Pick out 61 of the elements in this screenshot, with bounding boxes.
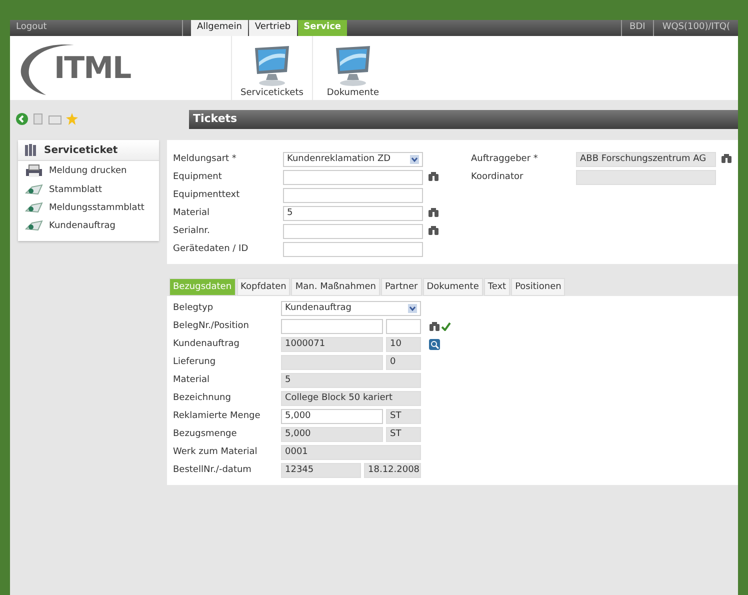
sidebar-title: Serviceticket [44,144,118,156]
field-label: Equipment [172,172,223,182]
binoculars-icon[interactable] [428,206,439,216]
detail-tab[interactable]: Text [484,278,510,296]
field-label: Werk zum Material [172,447,258,457]
back-icon[interactable] [16,113,28,125]
input-field[interactable]: 5,000 [281,408,383,424]
field-label: Bezugsmenge [172,429,238,439]
detail-tab[interactable]: Dokumente [422,278,483,296]
field-label: BelegNr./Position [172,321,250,331]
field-label: Equipmenttext [172,190,241,200]
checkmark-icon[interactable] [441,322,451,330]
detail-tab[interactable]: Positionen [511,278,566,296]
field-label: Bezeichnung [172,393,232,403]
document-icon [24,220,44,232]
input-field[interactable]: 5 [283,206,423,220]
binoculars-icon[interactable] [428,170,439,180]
dropdown-arrow-icon[interactable] [410,154,419,164]
field-label: Kundenauftrag [172,339,241,349]
field-label: Meldungsart * [172,154,238,164]
nav-tab[interactable]: Vertrieb [248,20,297,36]
binoculars-icon[interactable] [428,224,439,234]
input-field[interactable] [281,318,383,334]
panel-title: Tickets [189,110,738,128]
field-label: Serialnr. [172,226,211,236]
input-field[interactable] [386,318,421,334]
detail-tab[interactable]: Partner [380,278,422,296]
field-label: Belegtyp [172,303,214,313]
dropdown-field[interactable]: Kundenauftrag [281,300,421,316]
input-field[interactable] [283,224,423,238]
launcher-button[interactable]: Servicetickets [231,36,312,100]
field-label: Material [172,208,211,218]
dropdown-arrow-icon[interactable] [408,304,417,312]
field-label: Reklamierte Menge [172,411,262,421]
sidebar-item[interactable]: Kundenauftrag [18,217,159,235]
field-label: Auftraggeber * [471,154,539,164]
document-icon[interactable] [32,113,44,125]
input-field[interactable] [283,242,423,256]
sidebar-item[interactable]: Meldung drucken [18,161,159,181]
field-label: Lieferung [172,357,217,367]
detail-tab[interactable]: Man. Maßnahmen [291,278,380,296]
document-icon [24,202,44,214]
binoculars-icon[interactable] [429,321,440,331]
field-label: BestellNr./-datum [172,465,252,475]
detail-tab[interactable]: Kopfdaten [236,278,290,296]
field-label: Koordinator [471,172,524,182]
sidebar-item[interactable]: Meldungsstammblatt [18,199,159,217]
search-icon[interactable] [429,338,440,350]
launcher-button[interactable]: Dokumente [312,36,393,100]
dropdown-field[interactable]: Kundenreklamation ZD [283,152,423,166]
star-icon[interactable] [66,113,78,125]
field-label: Material [172,375,211,385]
document-icon [24,184,44,196]
printer-icon [24,164,44,178]
input-field[interactable] [283,188,423,202]
logo-text: ITML [54,50,131,86]
field-label: Gerätedaten / ID [172,244,250,254]
input-field[interactable] [283,170,423,184]
books-icon [24,144,38,156]
nav-tab[interactable]: Allgemein [191,20,248,36]
sidebar-item[interactable]: Stammblatt [18,181,159,199]
